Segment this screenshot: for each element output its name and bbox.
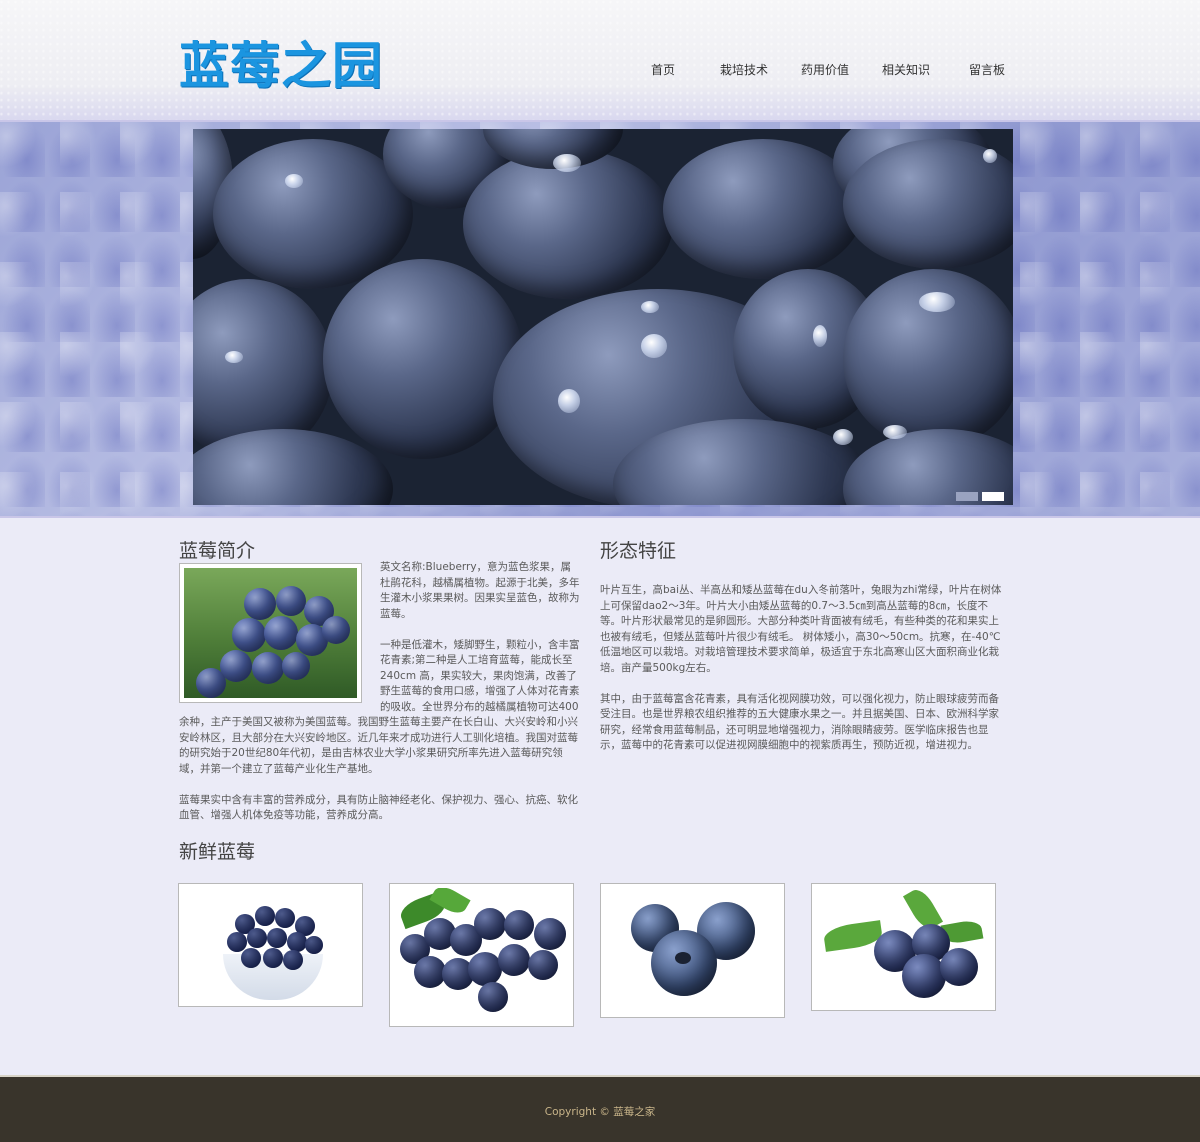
features-title: 形态特征 xyxy=(600,540,677,562)
slider-dot-2-active[interactable] xyxy=(982,492,1004,501)
banner xyxy=(0,120,1200,518)
banner-slide-image[interactable] xyxy=(193,129,1013,505)
gallery-item-3[interactable] xyxy=(600,883,785,1018)
slider-dot-1[interactable] xyxy=(956,492,978,501)
gallery-item-2[interactable] xyxy=(389,883,574,1027)
gallery-title: 新鲜蓝莓 xyxy=(179,841,256,863)
features-paragraph-1: 叶片互生，高bai丛、半高丛和矮丛蓝莓在du入冬前落叶，兔眼为zhi常绿，叶片在… xyxy=(600,584,1002,674)
nav-item-guestbook[interactable]: 留言板 xyxy=(969,62,1005,78)
main-nav: 首页 栽培技术 药用价值 相关知识 留言板 xyxy=(0,62,1200,82)
blueberries-in-bowl-image xyxy=(183,888,358,1002)
intro-text: 英文名称:Blueberry，意为蓝色浆果，属杜鹃花科，越橘属植物。起源于北美，… xyxy=(179,560,580,839)
blueberries-with-leaf-image xyxy=(816,888,991,1006)
gallery-item-1[interactable] xyxy=(178,883,363,1007)
nav-item-cultivation[interactable]: 栽培技术 xyxy=(720,62,768,78)
nav-item-home[interactable]: 首页 xyxy=(651,62,675,78)
features-paragraph-2: 其中，由于蓝莓富含花青素，具有活化视网膜功效，可以强化视力，防止眼球疲劳而备受注… xyxy=(600,692,999,752)
gallery-item-4[interactable] xyxy=(811,883,996,1011)
intro-photo xyxy=(179,563,362,703)
three-blueberries-image xyxy=(605,888,780,1013)
copyright-text: Copyright © 蓝莓之家 xyxy=(544,1106,656,1118)
nav-item-knowledge[interactable]: 相关知识 xyxy=(882,62,930,78)
intro-paragraph-3: 蓝莓果实中含有丰富的营养成分，具有防止脑神经老化、保护视力、强心、抗癌、软化血管… xyxy=(179,793,578,822)
site-footer: Copyright © 蓝莓之家 xyxy=(0,1075,1200,1142)
blueberries-with-leaves-image xyxy=(394,888,569,1022)
site-header: 蓝莓之园 首页 栽培技术 药用价值 相关知识 留言板 xyxy=(0,0,1200,120)
intro-photo-wrapper xyxy=(179,560,380,703)
nav-item-medicinal[interactable]: 药用价值 xyxy=(801,62,849,78)
features-text: 叶片互生，高bai丛、半高丛和矮丛蓝莓在du入冬前落叶，兔眼为zhi常绿，叶片在… xyxy=(600,583,1004,769)
